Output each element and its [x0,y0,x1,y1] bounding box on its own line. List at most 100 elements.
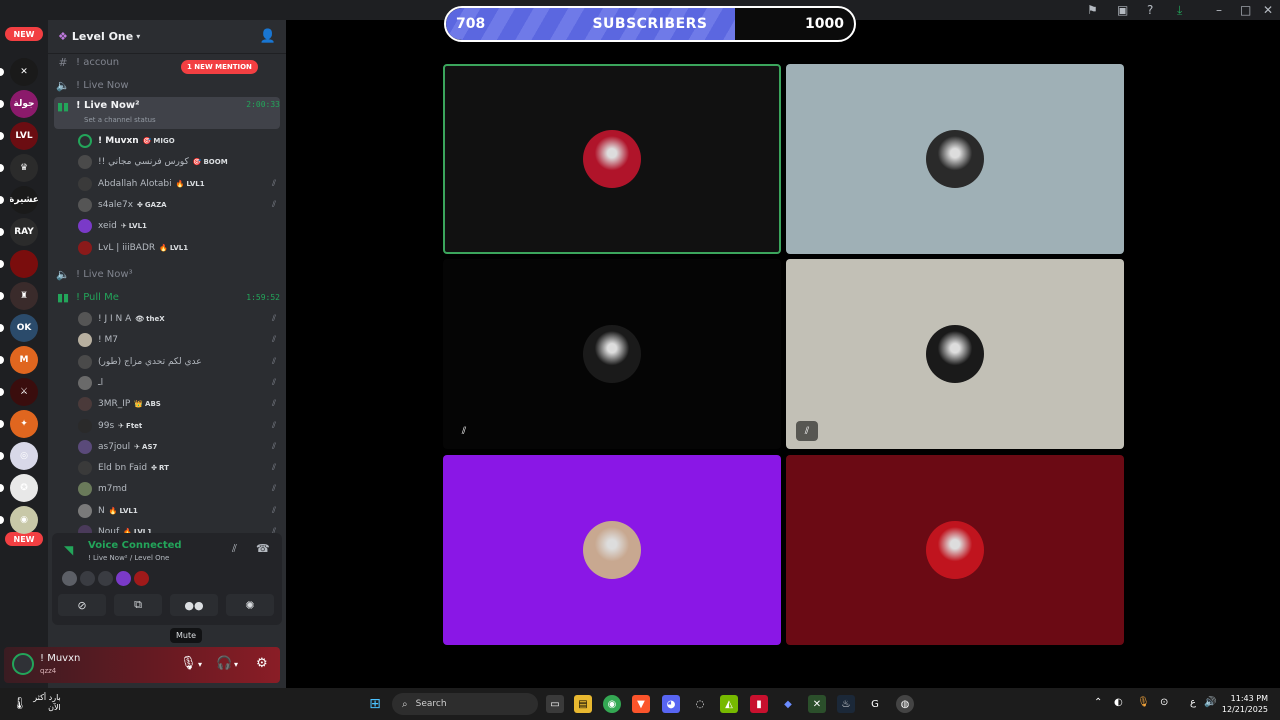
voice-user-row[interactable]: !! كورس فرنسي مجاني 🎯 BOOM [78,153,276,171]
voice-user-row[interactable]: 3MR_IP 👑 ABS ⫽ [78,395,276,413]
download-icon[interactable]: ⤓ [1177,3,1182,18]
tray-app-icon[interactable]: ◐ [1114,697,1123,708]
server-icon[interactable]: جولة [10,90,38,118]
server-icon[interactable]: عشيرة [10,186,38,214]
volume-icon[interactable]: 🔊 [1204,697,1216,708]
video-tile[interactable] [786,455,1124,645]
signal-icon[interactable]: ◥ [64,543,73,557]
server-icon[interactable]: ✕ [10,58,38,86]
screen-share-icon: ⧉ [134,598,142,611]
new-servers-pill-bottom[interactable]: NEW [5,532,43,546]
unread-indicator [0,516,4,524]
diamond-app-icon[interactable]: ◆ [779,695,797,713]
mute-button[interactable]: 🎙 [180,656,197,671]
windows-start-icon[interactable]: ⊞ [366,695,384,713]
voice-status-channel[interactable]: ! Live Now² / Level One [88,554,169,562]
excel-like-icon[interactable]: ✕ [808,695,826,713]
server-icon[interactable]: OK [10,314,38,342]
settings-gear-icon[interactable]: ⚙ [256,656,268,671]
nvidia-icon[interactable]: ◭ [720,695,738,713]
tray-misc-icon[interactable]: ⊙ [1160,697,1168,708]
weather-widget[interactable]: 🌡 بارد أكثر الآن [12,693,61,713]
voice-user-row[interactable]: Eld bn Faid ✤ RT ⫽ [78,459,276,477]
minimize-icon[interactable]: – [1216,3,1222,17]
voice-user-row[interactable]: m7md ⫽ [78,480,276,498]
voice-user-row[interactable]: ! M7 ⫽ [78,331,276,349]
avatar[interactable] [98,571,113,586]
disconnect-icon[interactable]: ☎ [256,542,270,555]
g-app-icon[interactable]: G [866,695,884,713]
voice-user-row[interactable]: ! Muvxn 🎯 MIGO [78,132,276,150]
activities-button[interactable]: ●● [170,594,218,616]
server-icon[interactable] [10,250,38,278]
inbox-flag-icon[interactable]: ⚑ [1087,3,1098,17]
server-icon[interactable]: ⚔ [10,378,38,406]
channel-live-now-2[interactable]: ▮▮ ! Live Now² 2:00:33 Set a channel sta… [54,97,280,129]
close-icon[interactable]: ✕ [1263,3,1273,17]
help-icon[interactable]: ? [1147,3,1153,17]
video-tile[interactable] [443,64,781,254]
video-tile[interactable] [786,64,1124,254]
chrome-icon[interactable]: ◉ [603,695,621,713]
deafen-button[interactable]: 🎧 [216,656,232,671]
voice-user-row[interactable]: LvL | iiiBADR 🔥 LVL1 [78,239,276,257]
voice-status-title[interactable]: Voice Connected [88,540,182,551]
video-tile[interactable]: ⫽ [786,259,1124,449]
server-icon[interactable]: ◉ [10,506,38,534]
avatar[interactable] [134,571,149,586]
voice-user-row[interactable]: ! J I N A 👁 theX ⫽ [78,310,276,328]
mute-options-chevron-icon[interactable]: ▾ [198,660,202,669]
server-icon[interactable]: RAY [10,218,38,246]
voice-user-row[interactable]: N 🔥 LVL1 ⫽ [78,502,276,520]
video-tile[interactable]: ⫽ [443,259,781,449]
add-member-icon[interactable]: 👤 [260,29,276,44]
server-icon[interactable]: LVL [10,122,38,150]
server-icon[interactable]: ◎ [10,442,38,470]
avatar[interactable] [12,653,34,675]
steam-icon[interactable]: ♨ [837,695,855,713]
screen-share-icon[interactable]: ▣ [1117,3,1128,17]
new-mention-pill[interactable]: 1 NEW MENTION [181,60,258,74]
microphone-in-use-icon[interactable]: 🎙 [1137,697,1150,708]
video-tile[interactable] [443,455,781,645]
server-icon[interactable]: M [10,346,38,374]
input-language[interactable]: ع [1190,697,1196,708]
red-app-icon[interactable]: ▮ [750,695,768,713]
system-clock[interactable]: 11:43 PM 12/21/2025 [1222,693,1268,715]
voice-user-row[interactable]: s4ale7x ✤ GAZA ⫽ [78,196,276,214]
avatar[interactable] [116,571,131,586]
file-explorer-icon[interactable]: ▤ [574,695,592,713]
obs-icon[interactable]: ◍ [896,695,914,713]
new-servers-pill-top[interactable]: NEW [5,27,43,41]
channel-live-now[interactable]: 🔈 ! Live Now [54,75,280,95]
voice-user-row[interactable]: 99s ✈ Ftet ⫽ [78,417,276,435]
voice-user-row[interactable]: Abdallah Alotabi 🔥 LVL1 ⫽ [78,175,276,193]
taskbar-search[interactable]: ⌕ Search [392,693,538,715]
soundboard-button[interactable]: ✺ [226,594,274,616]
voice-user-row[interactable]: xeid ✈ LVL1 [78,217,276,235]
app-circle-icon[interactable]: ◌ [691,695,709,713]
noise-suppression-icon[interactable]: ⫽ [232,542,237,556]
discord-icon[interactable]: ◕ [662,695,680,713]
user-display-name[interactable]: ! Muvxn [40,653,80,664]
server-icon[interactable]: ✪ [10,474,38,502]
avatar[interactable] [62,571,77,586]
server-icon[interactable]: ♜ [10,282,38,310]
screen-share-button[interactable]: ⧉ [114,594,162,616]
deafen-options-chevron-icon[interactable]: ▾ [234,660,238,669]
maximize-icon[interactable]: □ [1240,3,1251,17]
avatar[interactable] [80,571,95,586]
server-header[interactable]: ❖ Level One ▾ 👤 [48,20,286,54]
voice-user-row[interactable]: عدي لكم تحدي مزاج (طور) ⫽ [78,353,276,371]
voice-user-row[interactable]: اـ ⫽ [78,374,276,392]
tray-chevron-icon[interactable]: ⌃ [1094,697,1102,708]
channel-live-now-3[interactable]: 🔈 ! Live Now³ [54,264,280,284]
server-icon[interactable]: ♛ [10,154,38,182]
channel-status-hint[interactable]: Set a channel status [84,116,156,124]
server-icon[interactable]: ✦ [10,410,38,438]
task-view-icon[interactable]: ▭ [546,695,564,713]
channel-pull-me[interactable]: ▮▮ ! Pull Me 1:59:52 [54,287,280,307]
voice-user-row[interactable]: as7joul ✈ AS7 ⫽ [78,438,276,456]
brave-icon[interactable]: ▼ [632,695,650,713]
camera-off-button[interactable]: ⊘ [58,594,106,616]
